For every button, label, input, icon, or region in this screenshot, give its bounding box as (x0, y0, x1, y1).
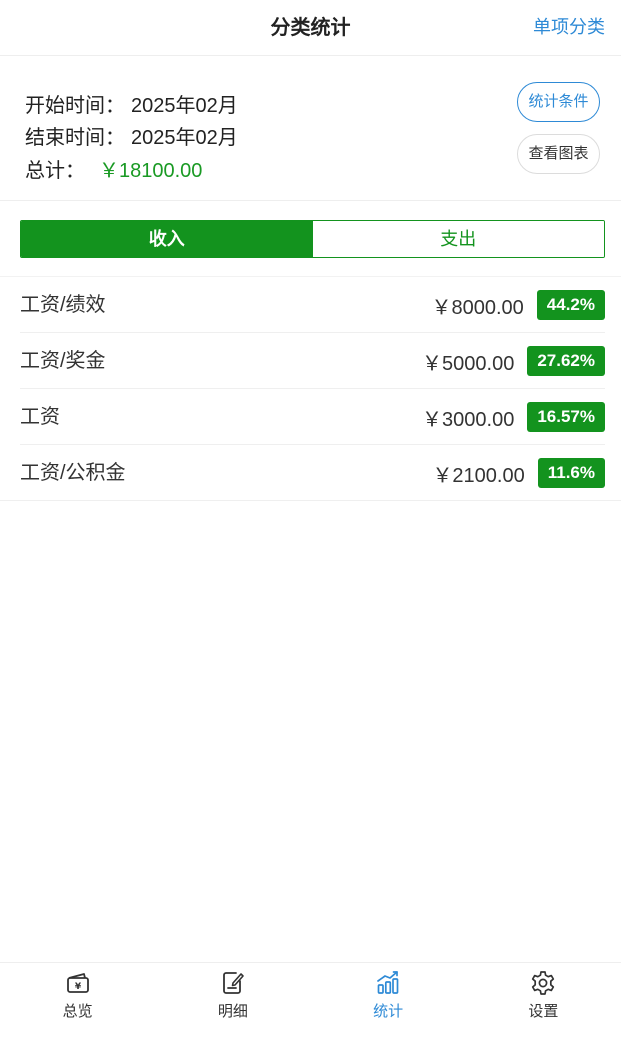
view-chart-button[interactable]: 查看图表 (517, 134, 600, 174)
end-time-value: 2025年02月 (131, 127, 238, 149)
filter-conditions-button[interactable]: 统计条件 (517, 82, 600, 122)
income-expense-toggle: 收入 支出 (20, 220, 605, 258)
tab-statistics-label: 统计 (373, 1003, 404, 1020)
total-label: 总计： (25, 160, 85, 182)
total-value: ￥18100.00 (99, 160, 203, 182)
percent-badge: 27.62% (527, 346, 605, 376)
navbar: 分类统计 单项分类 (0, 0, 621, 56)
tab-settings[interactable]: 设置 (466, 963, 621, 1044)
category-name: 工资/绩效 (20, 294, 106, 316)
category-list: 工资/绩效 ￥8000.00 44.2% 工资/奖金 ￥5000.00 27.6… (0, 276, 621, 501)
gear-icon (532, 971, 555, 995)
tab-statistics[interactable]: 统计 (311, 963, 466, 1044)
category-name: 工资 (20, 406, 60, 428)
start-time-row: 开始时间： 2025年02月 (25, 89, 238, 118)
svg-text:¥: ¥ (74, 982, 81, 992)
tab-settings-label: 设置 (528, 1003, 559, 1020)
tab-overview-label: 总览 (62, 1003, 93, 1020)
summary-panel: 开始时间： 2025年02月 结束时间： 2025年02月 总计： ￥18100.00… (0, 57, 621, 201)
tab-details-label: 明细 (217, 1003, 248, 1020)
list-item[interactable]: 工资/公积金 ￥2100.00 11.6% (0, 445, 621, 501)
end-time-row: 结束时间： 2025年02月 (25, 121, 238, 150)
total-row: 总计： ￥18100.00 (25, 154, 202, 183)
percent-badge: 11.6% (537, 458, 605, 488)
list-item[interactable]: 工资 ￥3000.00 16.57% (0, 389, 621, 445)
tab-details[interactable]: 明细 (155, 963, 310, 1044)
bar-chart-icon (377, 971, 399, 994)
percent-badge: 16.57% (527, 402, 605, 432)
start-time-value: 2025年02月 (131, 95, 238, 117)
category-amount: ￥3000.00 (422, 408, 515, 431)
tab-overview[interactable]: ¥ 总览 (0, 963, 155, 1044)
bottom-tabbar: ¥ 总览 明细 统计 设置 (0, 962, 621, 1044)
end-time-label: 结束时间： (25, 127, 125, 149)
tab-expense[interactable]: 支出 (312, 221, 604, 257)
edit-document-icon (222, 972, 244, 994)
category-name: 工资/奖金 (20, 350, 106, 372)
list-item[interactable]: 工资/绩效 ￥8000.00 44.2% (0, 277, 621, 333)
tab-income[interactable]: 收入 (21, 221, 313, 257)
page-title: 分类统计 (270, 17, 351, 39)
list-item[interactable]: 工资/奖金 ￥5000.00 27.62% (0, 333, 621, 389)
wallet-icon: ¥ (66, 973, 89, 993)
category-name: 工资/公积金 (20, 462, 126, 484)
category-amount: ￥2100.00 (432, 464, 525, 487)
percent-badge: 44.2% (536, 290, 605, 320)
category-amount: ￥8000.00 (431, 296, 524, 319)
start-time-label: 开始时间： (25, 95, 125, 117)
category-amount: ￥5000.00 (422, 352, 515, 375)
single-category-link[interactable]: 单项分类 (533, 0, 605, 56)
